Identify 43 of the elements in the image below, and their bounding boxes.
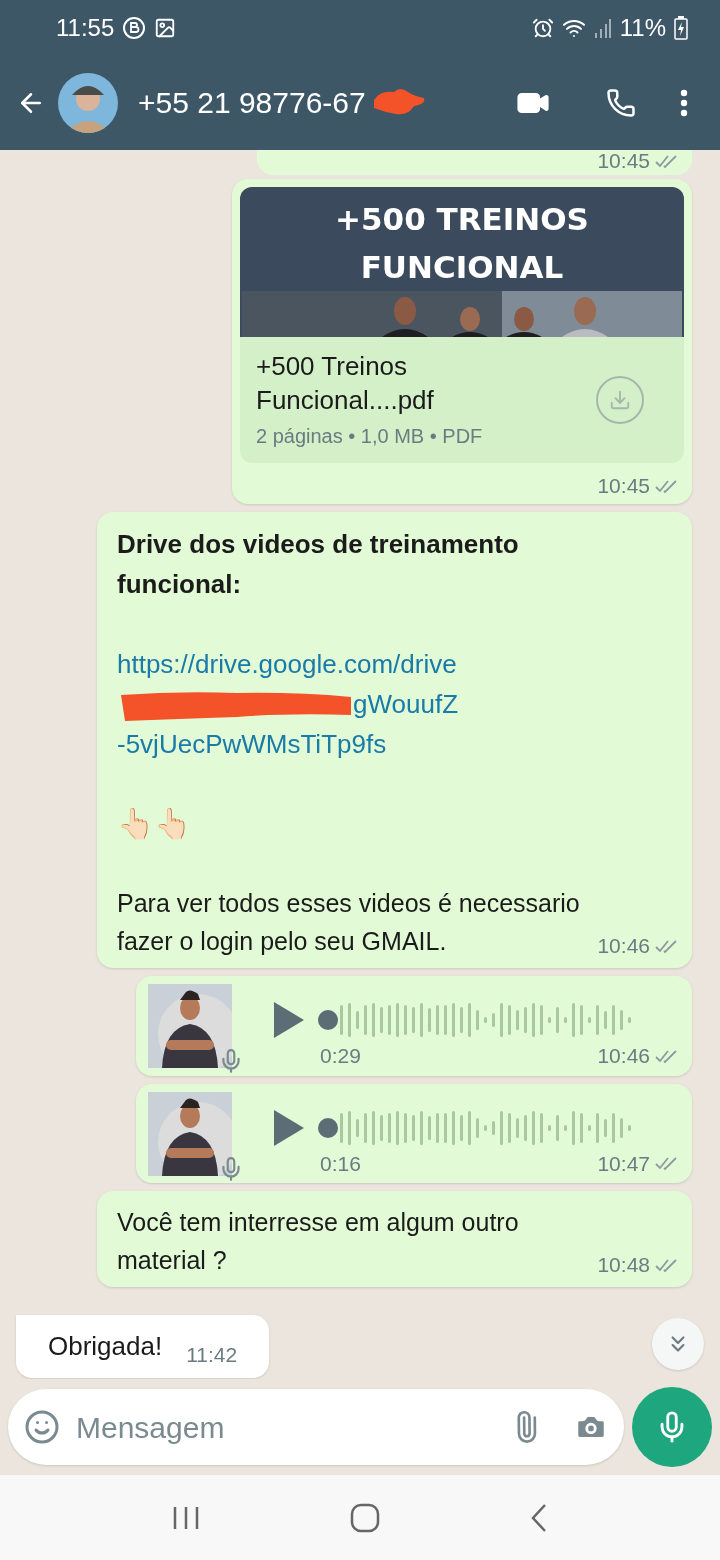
message-time: 10:46 (597, 935, 650, 956)
file-name: +500 Treinos Funcional....pdf (256, 350, 435, 417)
emoji-icon (24, 1409, 60, 1445)
message-heading: Drive dos videos de treinamento funcional: (117, 528, 520, 601)
file-details: 2 páginas • 1,0 MB • PDF (256, 424, 484, 449)
playback-thumb[interactable] (318, 1010, 338, 1030)
message-text: Você tem interresse em algum outro material ? (117, 1207, 520, 1276)
battery-percentage: 11% (619, 12, 666, 43)
image-icon (154, 16, 177, 39)
alarm-icon (531, 16, 554, 39)
double-check-icon (654, 1047, 680, 1064)
message-text: Obrigada! (48, 1330, 163, 1363)
double-check-icon (654, 477, 680, 494)
drive-link[interactable]: https://drive.google.com/drive gWouufZ -5vjUecPwWMsTiTp9fs (117, 644, 680, 764)
business-app-icon (122, 15, 147, 40)
message-time: 10:48 (597, 1254, 650, 1275)
battery-charging-icon (674, 15, 688, 40)
double-check-icon (654, 152, 680, 169)
message-composer[interactable]: Mensagem (8, 1389, 624, 1465)
download-icon (609, 389, 631, 411)
message-time: 11:42 (186, 1341, 238, 1368)
playback-thumb[interactable] (318, 1117, 338, 1138)
message-time: 10:46 (597, 1045, 650, 1067)
play-icon[interactable] (272, 1107, 306, 1148)
double-check-icon (654, 1256, 680, 1273)
message-time: 10:47 (597, 1152, 650, 1174)
menu-icon (680, 88, 688, 117)
scroll-down-button[interactable] (652, 1318, 704, 1370)
document-preview-title: +500 TREINOS FUNCIONAL (334, 200, 590, 287)
home-icon[interactable] (350, 1502, 380, 1533)
status-time: 11:55 (56, 12, 115, 43)
emoji: 👆🏻👆🏻 (117, 805, 192, 843)
message-time: 10:45 (597, 150, 650, 171)
double-check-icon (654, 937, 680, 954)
phone-icon (606, 87, 636, 118)
double-check-icon (654, 1155, 680, 1172)
message-text: Para ver todos esses videos é necessario fazer o login pelo seu GMAIL. (117, 888, 581, 957)
voice-duration: 0:16 (320, 1150, 361, 1177)
message-time: 10:45 (597, 475, 650, 496)
play-icon[interactable] (272, 1000, 306, 1040)
contact-name: +55 21 98776-67 (138, 85, 366, 121)
signal-icon (593, 16, 612, 39)
voice-duration: 0:29 (320, 1043, 361, 1069)
